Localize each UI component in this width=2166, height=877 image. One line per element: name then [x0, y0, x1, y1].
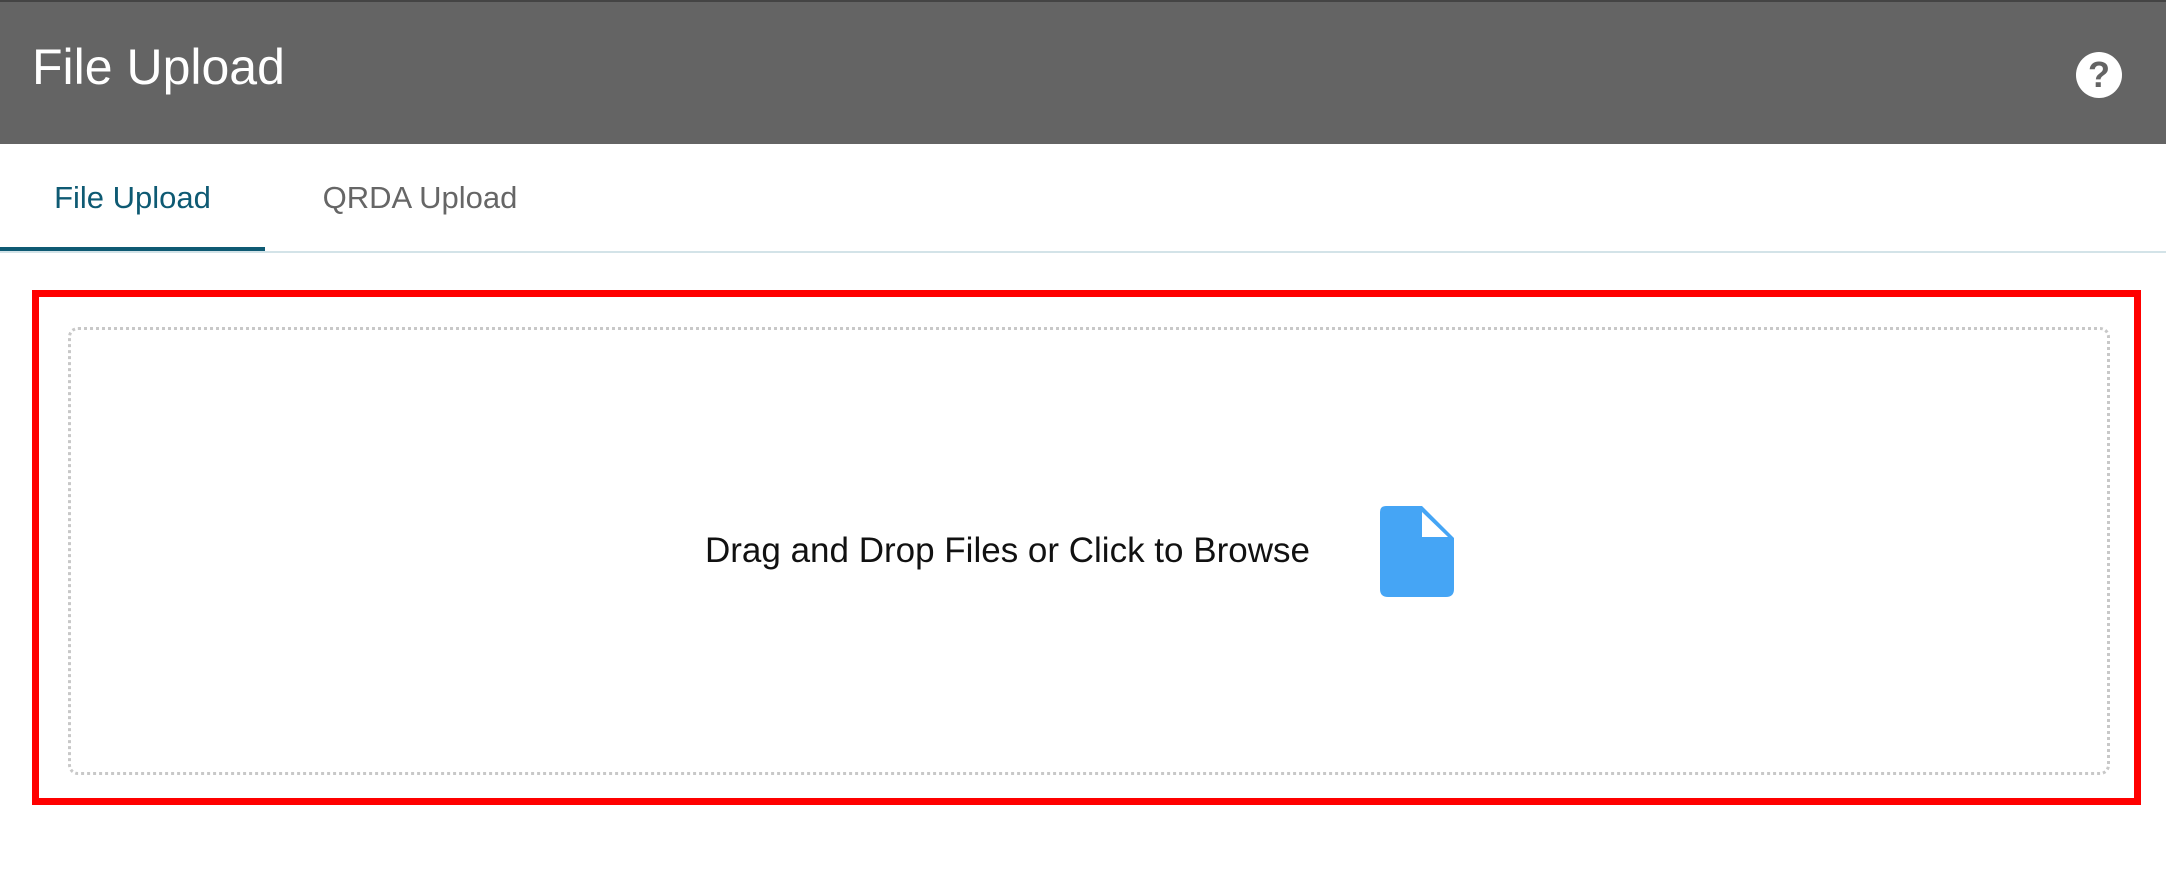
page-title: File Upload	[32, 39, 285, 95]
tab-bar: File Upload QRDA Upload	[0, 144, 2166, 253]
app-header: File Upload ?	[0, 0, 2166, 144]
file-icon	[1380, 506, 1454, 597]
tab-qrda-upload[interactable]: QRDA Upload	[265, 144, 575, 251]
help-icon[interactable]: ?	[2076, 52, 2122, 98]
dropzone-label: Drag and Drop Files or Click to Browse	[705, 531, 1310, 570]
tab-file-upload[interactable]: File Upload	[0, 144, 265, 251]
